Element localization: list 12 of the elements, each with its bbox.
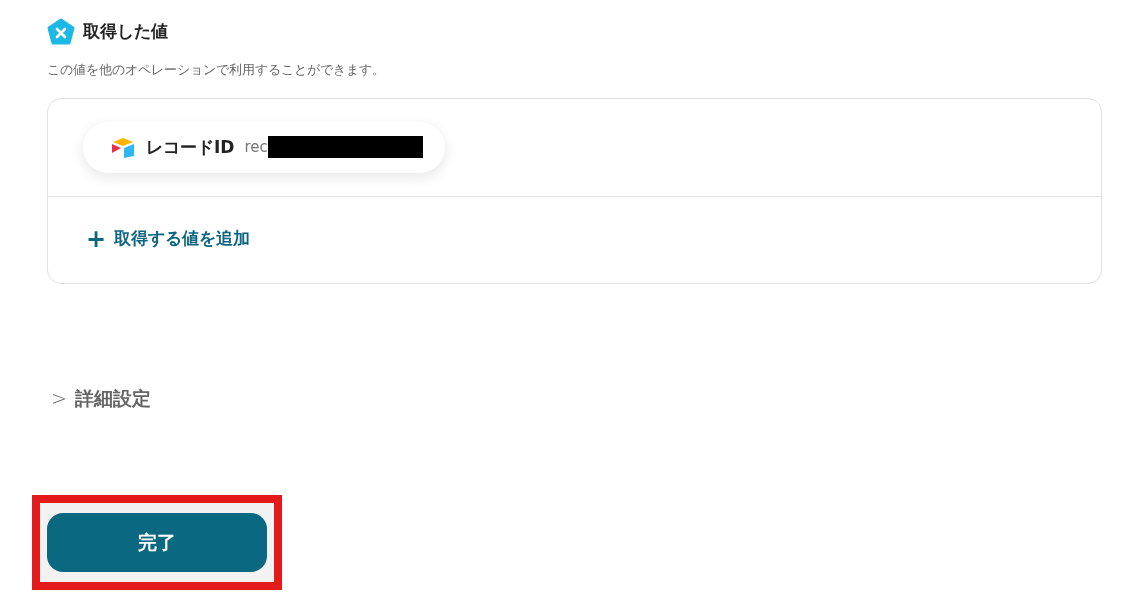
airtable-icon <box>110 136 136 159</box>
section-title: 取得した値 <box>83 20 168 44</box>
add-value-link[interactable]: + 取得する値を追加 <box>48 197 289 283</box>
advanced-settings-toggle[interactable]: > 詳細設定 <box>47 384 151 413</box>
value-chip[interactable]: レコードID rec <box>83 121 445 173</box>
chevron-icon: > <box>51 384 67 413</box>
section-description: この値を他のオペレーションで利用することができます。 <box>47 61 386 79</box>
value-text: rec <box>244 137 268 158</box>
logo-icon <box>47 18 75 46</box>
plus-icon: + <box>86 221 107 257</box>
value-label: レコードID <box>146 135 235 159</box>
complete-button[interactable]: 完了 <box>47 512 267 572</box>
